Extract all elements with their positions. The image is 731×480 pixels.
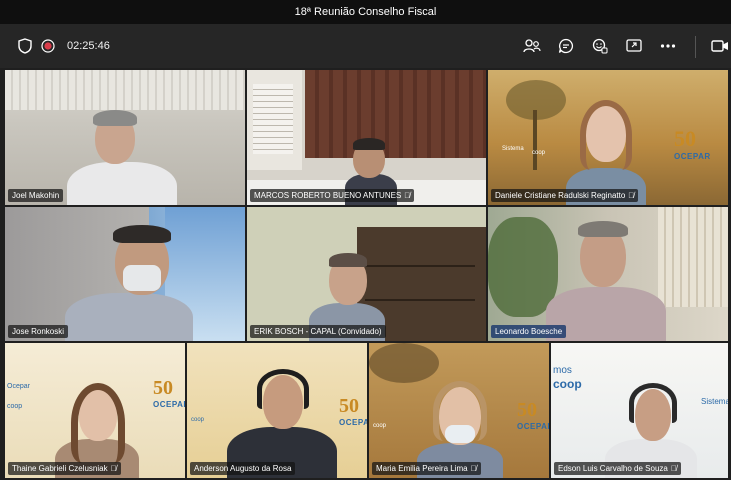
mic-muted-icon: 🎙̸	[404, 191, 411, 200]
sistema-logo: Ocepar	[7, 383, 30, 390]
participant-tile[interactable]: Ocepar coop 50OCEPAR Thaine Gabrieli Cze…	[5, 343, 185, 478]
more-icon[interactable]	[658, 36, 678, 56]
title-bar: 18ª Reunião Conselho Fiscal	[0, 0, 731, 24]
camera-icon[interactable]	[710, 36, 730, 56]
participant-tile[interactable]: MARCOS ROBERTO BUENO ANTUNES 🎙̸	[247, 70, 486, 205]
participant-name: Thaine Gabrieli Czelusniak 🎙̸	[8, 462, 121, 475]
ocepar-50-logo: 50OCEPAR	[517, 399, 549, 431]
coop-logo: coop	[532, 150, 546, 156]
coop-logo: coop	[553, 377, 582, 391]
people-icon[interactable]	[522, 36, 542, 56]
meeting-toolbar: 02:25:46	[0, 24, 731, 68]
somos-logo: mos	[553, 365, 572, 376]
coop-logo: coop	[7, 403, 23, 410]
share-icon[interactable]	[624, 36, 644, 56]
participant-tile[interactable]: Joel Makohin	[5, 70, 245, 205]
participant-name: Jose Ronkoski	[8, 325, 69, 338]
participant-tile[interactable]: Leonardo Boesche	[488, 207, 728, 341]
mic-muted-icon: 🎙̸	[670, 464, 677, 473]
participant-tile[interactable]: Sistema coop 50 OCEPAR Daniele Cristiane …	[488, 70, 728, 205]
participant-name: Anderson Augusto da Rosa	[190, 462, 296, 475]
sistema-logo: Sistema	[502, 146, 524, 152]
participant-tile[interactable]: mos coop Sistema Edson Luis Carvalho de …	[551, 343, 728, 478]
shield-icon[interactable]	[15, 36, 35, 56]
chat-icon[interactable]	[556, 36, 576, 56]
toolbar-divider	[695, 36, 696, 58]
react-icon[interactable]	[590, 36, 610, 56]
participant-name: Joel Makohin	[8, 189, 64, 202]
participant-name: Edson Luis Carvalho de Souza 🎙̸	[554, 462, 681, 475]
participant-name: Maria Emilia Pereira Lima 🎙̸	[372, 462, 481, 475]
participant-tile[interactable]: Jose Ronkoski	[5, 207, 245, 341]
ocepar-50-logo: 50OCEPAR	[153, 377, 185, 409]
blinds	[5, 70, 245, 110]
participant-name: Leonardo Boesche	[491, 325, 567, 338]
mic-muted-icon: 🎙̸	[628, 191, 635, 200]
coop-logo: coop	[373, 423, 387, 429]
record-icon[interactable]	[38, 36, 58, 56]
participant-tile[interactable]: coop 50OCEPAR Maria Emilia Pereira Lima🎙…	[369, 343, 549, 478]
mic-muted-icon: 🎙̸	[110, 464, 117, 473]
participant-name: Daniele Cristiane Radulski Reginatto 🎙̸	[491, 189, 639, 202]
coop-logo: coop	[191, 417, 205, 423]
participant-name: MARCOS ROBERTO BUENO ANTUNES 🎙̸	[250, 189, 415, 202]
mic-muted-icon: 🎙̸	[470, 464, 477, 473]
participant-tile[interactable]: ERIK BOSCH - CAPAL (Convidado)	[247, 207, 486, 341]
meeting-timer: 02:25:46	[67, 40, 110, 52]
video-grid: Joel Makohin MARCOS ROBERTO BUENO ANTUNE…	[5, 70, 728, 478]
sistema-logo: Sistema	[701, 397, 728, 406]
meeting-title: 18ª Reunião Conselho Fiscal	[294, 6, 437, 18]
participant-name: ERIK BOSCH - CAPAL (Convidado)	[250, 325, 386, 338]
ocepar-50-logo: 50OCEPAR	[674, 126, 711, 161]
ocepar-50-logo: 50OCEPAR	[339, 395, 367, 427]
participant-tile[interactable]: coop 50OCEPAR Anderson Augusto da Rosa	[187, 343, 367, 478]
